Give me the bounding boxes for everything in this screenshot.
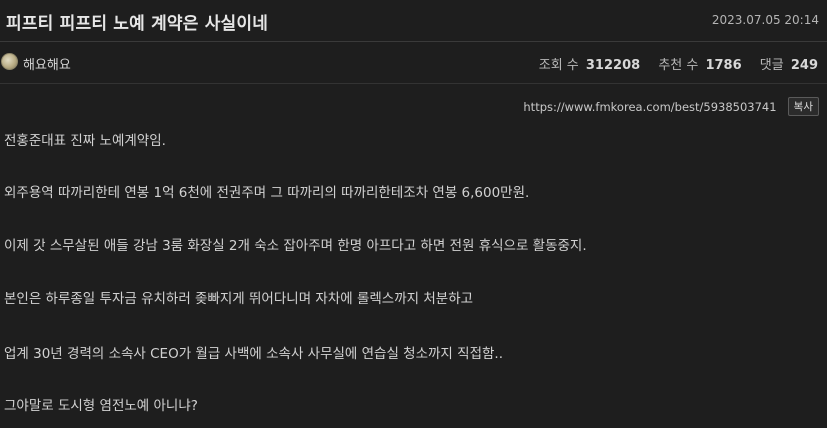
recommend-count: 1786	[705, 58, 742, 73]
body-paragraph: 외주용역 따까리한테 연봉 1억 6천에 전권주며 그 따까리의 따까리한테조차…	[4, 185, 530, 201]
post-title: 피프티 피프티 노예 계약은 사실이네	[6, 14, 269, 34]
post-url-row: https://www.fmkorea.com/best/5938503741 …	[523, 96, 819, 116]
recommend-stat: 추천 수 1786	[658, 54, 741, 73]
author-avatar[interactable]	[1, 53, 18, 70]
recommend-label: 추천 수	[658, 58, 699, 73]
post-url[interactable]: https://www.fmkorea.com/best/5938503741	[523, 100, 776, 114]
comments-count[interactable]: 249	[791, 58, 818, 73]
views-stat: 조회 수 312208	[539, 54, 640, 73]
copy-url-button[interactable]: 복사	[787, 97, 819, 116]
comments-stat[interactable]: 댓글 249	[760, 54, 818, 73]
views-label: 조회 수	[538, 58, 579, 73]
post-date: 2023.07.05 20:14	[711, 13, 819, 27]
body-paragraph: 업계 30년 경력의 소속사 CEO가 월급 사백에 소속사 사무실에 연습실 …	[4, 346, 503, 362]
post-meta-bar: 해요해요 조회 수 312208 추천 수 1786 댓글 249	[0, 42, 827, 84]
body-paragraph: 그야말로 도시형 염전노예 아니냐?	[4, 398, 198, 414]
post-title-bar: 피프티 피프티 노예 계약은 사실이네 2023.07.05 20:14	[0, 0, 827, 42]
body-paragraph: 본인은 하루종일 투자금 유치하러 좆빠지게 뛰어다니며 자차에 롤렉스까지 처…	[4, 291, 474, 307]
author-name[interactable]: 해요해요	[23, 54, 71, 73]
comments-label[interactable]: 댓글	[760, 58, 784, 73]
post-stats: 조회 수 312208 추천 수 1786 댓글 249	[525, 54, 818, 73]
body-paragraph: 전홍준대표 진짜 노예계약임.	[4, 133, 166, 149]
views-count: 312208	[585, 58, 641, 73]
body-paragraph: 이제 갓 스무살된 애들 강남 3룸 화장실 2개 숙소 잡아주며 한명 아프다…	[4, 238, 587, 254]
